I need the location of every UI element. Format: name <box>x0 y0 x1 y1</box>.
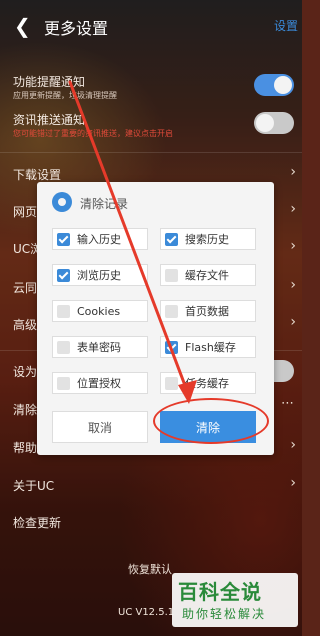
watermark-subtitle: 助你轻松解决 <box>182 607 267 621</box>
watermark-title: 百科全说 <box>178 580 262 604</box>
watermark-logo: 百科全说 助你轻松解决 <box>172 573 298 627</box>
annotation-arrow-icon <box>68 80 197 404</box>
